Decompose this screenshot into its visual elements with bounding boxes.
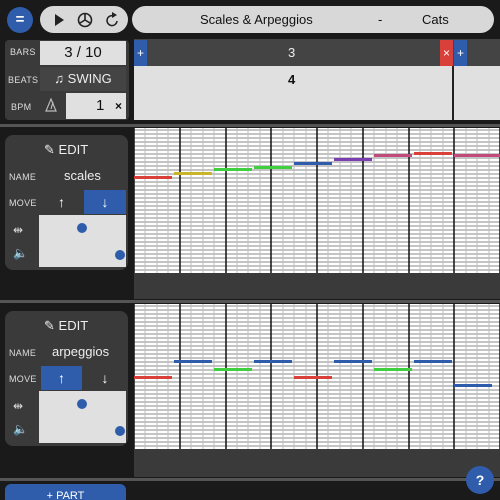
note[interactable] [134, 176, 172, 179]
grid-lines [134, 128, 500, 273]
section-divider [0, 124, 500, 127]
note[interactable] [174, 172, 212, 175]
part-name[interactable]: scales [64, 168, 101, 183]
add-bar-right-button[interactable]: + [454, 40, 467, 66]
bpm-label: BPM [11, 102, 32, 112]
volume-icon: 🔈 [13, 422, 28, 436]
transport-icons [55, 12, 118, 28]
piano-roll-scales[interactable] [134, 128, 500, 273]
help-button[interactable]: ? [466, 466, 494, 494]
edit-label: EDIT [58, 318, 89, 333]
app-root: = Scales & Arpeggios - Cats BARS 3 / 10 … [0, 0, 500, 500]
edit-part-button[interactable]: ✎ EDIT [44, 142, 88, 158]
note[interactable] [334, 158, 372, 161]
volume-knob[interactable] [115, 426, 125, 436]
note[interactable] [454, 384, 492, 387]
play-icon[interactable] [55, 14, 64, 26]
move-label: MOVE [9, 374, 37, 384]
part-footer-scales [134, 273, 500, 299]
menu-icon: = [15, 11, 25, 28]
grid-lines [134, 304, 500, 449]
note[interactable] [334, 360, 372, 363]
name-label: NAME [9, 172, 37, 182]
bar-number: 3 [288, 45, 296, 60]
section-divider-3 [0, 478, 500, 481]
move-down-button[interactable]: ↓ [84, 190, 126, 214]
loop-icon[interactable] [106, 12, 118, 27]
bpm-clear-button[interactable]: × [115, 93, 122, 119]
note[interactable] [374, 154, 412, 157]
note[interactable] [134, 376, 172, 379]
note[interactable] [174, 360, 212, 363]
bar-divider [452, 66, 454, 120]
move-down-button[interactable]: ↓ [84, 366, 126, 390]
remove-bar-button[interactable]: × [440, 40, 453, 66]
note[interactable] [294, 162, 332, 165]
swing-toggle[interactable]: ♫ SWING [40, 67, 126, 91]
edit-part-button[interactable]: ✎ EDIT [44, 318, 88, 334]
add-bar-left-button[interactable]: + [134, 40, 147, 66]
pencil-icon: ✎ [44, 142, 55, 157]
beat-number: 4 [288, 72, 296, 87]
beat-ruler [134, 66, 500, 120]
song-title: Scales & Arpeggios [200, 12, 313, 27]
title-separator: - [378, 12, 383, 27]
metronome-icon[interactable] [77, 12, 93, 28]
bpm-input[interactable]: 1 × [66, 93, 126, 119]
note[interactable] [254, 166, 292, 169]
move-up-button[interactable]: ↑ [41, 190, 82, 214]
section-divider-2 [0, 300, 500, 303]
pan-knob[interactable] [77, 399, 87, 409]
part-name[interactable]: arpeggios [52, 344, 109, 359]
pan-volume-pad[interactable] [39, 391, 126, 443]
note[interactable] [414, 152, 452, 155]
note[interactable] [374, 368, 412, 371]
bars-label: BARS [10, 47, 36, 57]
edit-label: EDIT [58, 142, 89, 157]
bpm-value: 1 [96, 97, 105, 114]
note[interactable] [294, 376, 332, 379]
author-name[interactable]: Cats [422, 12, 449, 27]
move-up-button[interactable]: ↑ [41, 366, 82, 390]
pan-icon: ⇹ [13, 223, 24, 237]
transport-bar [40, 6, 128, 33]
note[interactable] [214, 368, 252, 371]
note[interactable] [254, 360, 292, 363]
pan-icon: ⇹ [13, 399, 24, 413]
pencil-icon: ✎ [44, 318, 55, 333]
add-part-button[interactable]: + PART [5, 484, 126, 500]
menu-button[interactable]: = [7, 7, 33, 33]
beats-label: BEATS [8, 75, 39, 85]
pan-knob[interactable] [77, 223, 87, 233]
move-label: MOVE [9, 198, 37, 208]
part-footer-arpeggios [134, 449, 500, 477]
metronome-small-icon [45, 97, 57, 112]
song-title-bar[interactable]: Scales & Arpeggios - Cats [132, 6, 494, 33]
note[interactable] [414, 360, 452, 363]
name-label: NAME [9, 348, 37, 358]
note[interactable] [214, 168, 252, 171]
bars-value[interactable]: 3 / 10 [40, 41, 126, 65]
pan-volume-pad[interactable] [39, 215, 126, 267]
volume-knob[interactable] [115, 250, 125, 260]
piano-roll-arpeggios[interactable] [134, 304, 500, 449]
note[interactable] [454, 154, 500, 157]
volume-icon: 🔈 [13, 246, 28, 260]
